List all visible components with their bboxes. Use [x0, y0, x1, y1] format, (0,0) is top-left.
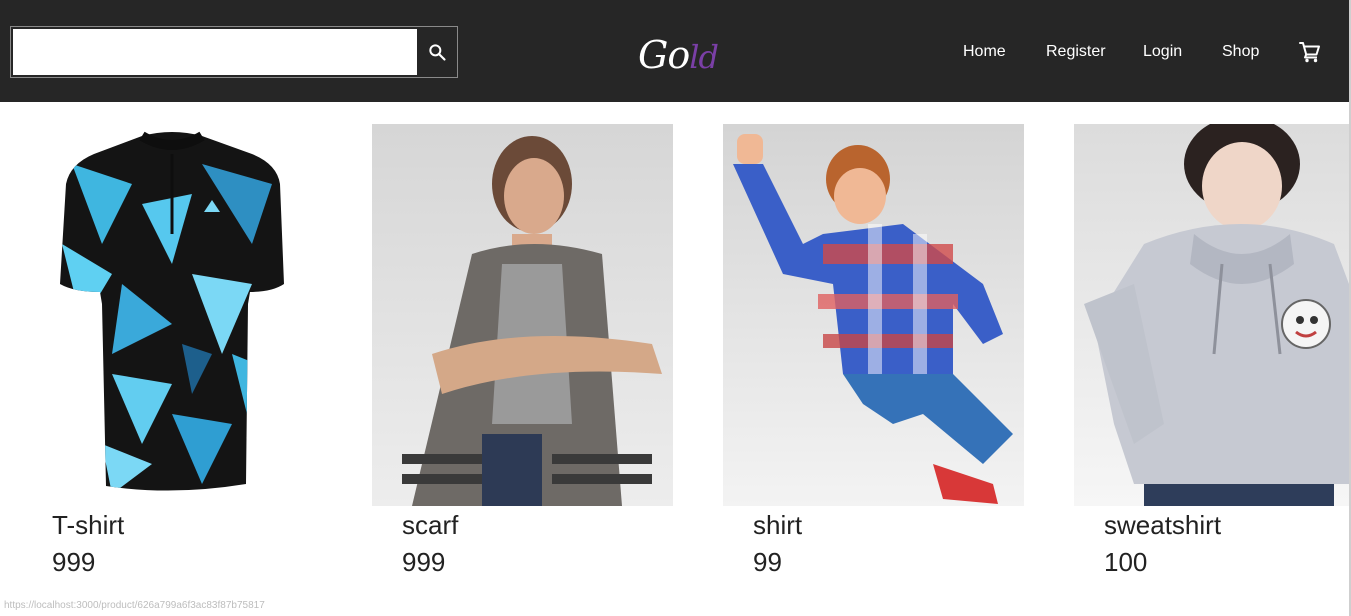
- product-image[interactable]: [22, 124, 323, 506]
- shopping-cart-icon[interactable]: [1298, 40, 1322, 64]
- product-price: 999: [402, 547, 446, 577]
- product-price: 99: [753, 547, 782, 577]
- nav-shop[interactable]: Shop: [1222, 38, 1259, 66]
- product-card[interactable]: sweatshirt 100: [1074, 124, 1349, 584]
- product-name: scarf: [402, 510, 459, 540]
- product-image[interactable]: [372, 124, 673, 506]
- product-card[interactable]: shirt 99: [723, 124, 1024, 584]
- navbar: Gold Home Register Login Shop: [0, 0, 1349, 102]
- search-input[interactable]: [13, 29, 417, 75]
- brand-logo[interactable]: Gold: [638, 30, 738, 80]
- product-price: 999: [52, 547, 96, 577]
- search-icon: [429, 44, 446, 61]
- product-name: sweatshirt: [1104, 510, 1222, 540]
- nav-login[interactable]: Login: [1143, 38, 1182, 66]
- product-name: T-shirt: [52, 510, 125, 540]
- nav-home[interactable]: Home: [963, 38, 1006, 66]
- search-bar: [10, 26, 458, 78]
- nav-register[interactable]: Register: [1046, 38, 1106, 66]
- product-image[interactable]: [723, 124, 1024, 506]
- status-bar-url: https://localhost:3000/product/626a799a6…: [4, 600, 265, 611]
- product-price: 100: [1104, 547, 1148, 577]
- product-name: shirt: [753, 510, 803, 540]
- logo-accent: ld: [689, 38, 719, 76]
- product-image[interactable]: [1074, 124, 1349, 506]
- search-button[interactable]: [417, 27, 457, 77]
- product-card[interactable]: scarf 999: [372, 124, 673, 584]
- product-card[interactable]: T-shirt 999: [22, 124, 323, 584]
- logo-main: Go: [638, 33, 690, 77]
